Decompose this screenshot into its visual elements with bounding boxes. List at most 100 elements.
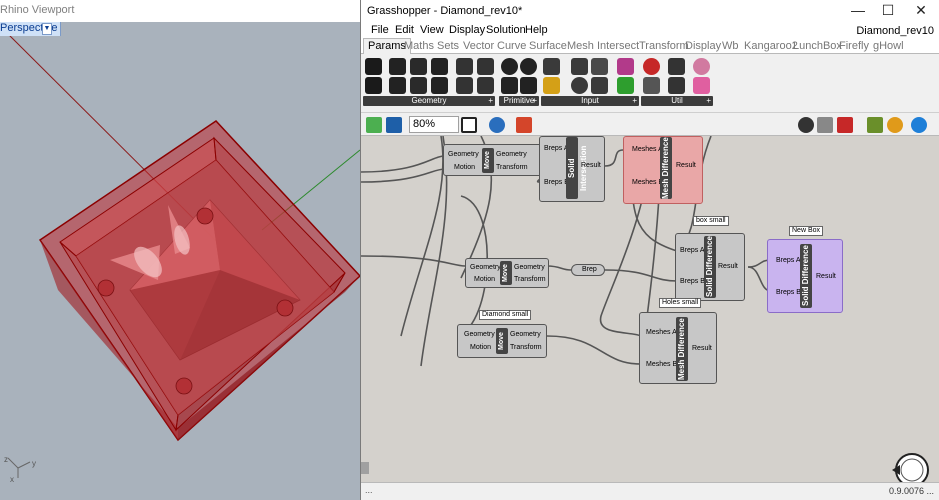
solid-difference-component[interactable]: Breps A Breps B Solid Difference Result: [675, 233, 745, 301]
param-text-icon[interactable]: [520, 77, 537, 94]
output-label: Transform: [514, 276, 546, 283]
input-label: Motion: [454, 164, 476, 171]
save-file-icon[interactable]: [386, 117, 402, 133]
minimize-button[interactable]: —: [843, 2, 873, 20]
canvas[interactable]: Geometry Motion Move Geometry Transform …: [361, 136, 939, 482]
param-curve-icon[interactable]: [389, 77, 406, 94]
ribbon-group-label[interactable]: Geometry +: [363, 96, 495, 106]
tab-curve[interactable]: Curve: [497, 40, 526, 52]
open-file-icon[interactable]: [366, 117, 382, 133]
wire: [400, 136, 444, 337]
tab-sets[interactable]: Sets: [437, 40, 459, 52]
viewport-name[interactable]: Perspective: [0, 22, 62, 36]
tab-wb[interactable]: Wb: [722, 40, 739, 52]
solid-intersection-component[interactable]: Breps A Breps B Solid Intersection Resul…: [539, 136, 605, 202]
rhino-viewport-title: Rhino Viewport: [0, 0, 360, 22]
viewport-menu-arrow-icon[interactable]: ▼: [42, 23, 52, 35]
param-mesh-icon[interactable]: [477, 58, 494, 75]
primitive-group-label: Primitive: [503, 96, 535, 105]
tab-kangaroo2[interactable]: Kangaroo2: [744, 40, 798, 52]
input-toggle-icon[interactable]: [543, 77, 560, 94]
title-bar[interactable]: Grasshopper - Diamond_rev10* — ☐ ✕: [361, 0, 939, 22]
menu-solution[interactable]: Solution: [486, 24, 526, 36]
preview-wireframe-icon[interactable]: [798, 117, 814, 133]
input-gradient-icon[interactable]: [617, 58, 634, 75]
tab-maths[interactable]: Maths: [404, 40, 434, 52]
util-cluster-icon[interactable]: [668, 77, 685, 94]
move-component[interactable]: Geometry Motion Move Geometry Transform: [443, 144, 549, 176]
maximize-button[interactable]: ☐: [873, 2, 903, 20]
tab-mesh[interactable]: Mesh: [567, 40, 594, 52]
zoom-dropdown[interactable]: 80%: [409, 116, 459, 133]
navigation-compass-icon[interactable]: [890, 448, 930, 482]
input-label: Motion: [470, 344, 492, 351]
param-line-icon[interactable]: [365, 77, 382, 94]
util-tree-icon[interactable]: [643, 77, 660, 94]
param-surface-icon[interactable]: [456, 77, 473, 94]
viewport-scene[interactable]: z y x: [0, 0, 360, 500]
util-flask-icon[interactable]: [693, 77, 710, 94]
brep-parameter[interactable]: Brep: [571, 264, 605, 276]
param-point-icon[interactable]: [365, 58, 382, 75]
input-list-icon[interactable]: [591, 77, 608, 94]
param-number-icon[interactable]: [501, 77, 518, 94]
rhino-viewport[interactable]: z y x Rhino Viewport Perspective ▼: [0, 0, 360, 500]
util-cherry-icon[interactable]: [643, 58, 660, 75]
preview-shaded-icon[interactable]: [817, 117, 833, 133]
wire: [604, 149, 624, 167]
menu-edit[interactable]: Edit: [395, 24, 414, 36]
mesh-difference-component[interactable]: Meshes A Meshes B Mesh Difference Result: [639, 312, 717, 384]
tab-surface[interactable]: Surface: [529, 40, 567, 52]
expand-plus-icon[interactable]: +: [488, 96, 493, 106]
component-ribbon: Geometry + Primitive + Input + Util +: [361, 54, 939, 110]
close-button[interactable]: ✕: [906, 2, 936, 20]
param-vector-icon[interactable]: [431, 77, 448, 94]
menu-view[interactable]: View: [420, 24, 444, 36]
menu-display[interactable]: Display: [449, 24, 485, 36]
menu-help[interactable]: Help: [525, 24, 548, 36]
input-slider-icon[interactable]: [571, 58, 588, 75]
param-integer-icon[interactable]: [520, 58, 537, 75]
util-arrow-icon[interactable]: [668, 58, 685, 75]
param-circle-icon[interactable]: [389, 58, 406, 75]
viewport-tab[interactable]: Perspective ▼: [0, 22, 360, 36]
param-plane-icon[interactable]: [410, 77, 427, 94]
mesh-settings-icon[interactable]: [867, 117, 883, 133]
input-graph-icon[interactable]: [591, 58, 608, 75]
expand-plus-icon[interactable]: +: [706, 96, 711, 106]
expand-plus-icon[interactable]: +: [532, 96, 537, 106]
preview-selected-icon[interactable]: [837, 117, 853, 133]
ribbon-group-label[interactable]: Util +: [641, 96, 713, 106]
component-tabs: Params Maths Sets Vector Curve Surface M…: [361, 38, 939, 54]
preview-eye-icon[interactable]: [489, 117, 505, 133]
expand-plus-icon[interactable]: +: [632, 96, 637, 106]
tab-transform[interactable]: Transform: [639, 40, 689, 52]
mesh-difference-component[interactable]: Meshes A Meshes B Mesh Difference Result: [623, 136, 703, 204]
param-arc-icon[interactable]: [410, 58, 427, 75]
ribbon-group-label[interactable]: Input +: [541, 96, 639, 106]
tab-ghowl[interactable]: gHowl: [873, 40, 904, 52]
param-field-icon[interactable]: [477, 77, 494, 94]
menu-file[interactable]: File: [371, 24, 389, 36]
param-brep-icon[interactable]: [456, 58, 473, 75]
param-boolean-icon[interactable]: [501, 58, 518, 75]
sketch-pen-icon[interactable]: [516, 117, 532, 133]
solid-difference-component[interactable]: Breps A Breps B Solid Difference Result: [767, 239, 843, 313]
tab-display[interactable]: Display: [685, 40, 721, 52]
move-component[interactable]: Geometry Motion Move Geometry Transform: [465, 258, 549, 288]
util-color-icon[interactable]: [693, 58, 710, 75]
tab-intersect[interactable]: Intersect: [597, 40, 639, 52]
display-mode-icon[interactable]: [911, 117, 927, 133]
ribbon-group-label[interactable]: Primitive +: [499, 96, 539, 106]
input-swatch-icon[interactable]: [617, 77, 634, 94]
tab-lunchbox[interactable]: LunchBox: [793, 40, 842, 52]
output-label: Transform: [510, 344, 542, 351]
render-sphere-icon[interactable]: [887, 117, 903, 133]
tab-firefly[interactable]: Firefly: [839, 40, 869, 52]
tab-vector[interactable]: Vector: [463, 40, 494, 52]
zoom-extents-icon[interactable]: [461, 117, 477, 133]
input-button-icon[interactable]: [571, 77, 588, 94]
param-box-icon[interactable]: [431, 58, 448, 75]
move-component[interactable]: Geometry Motion Move Geometry Transform: [457, 324, 547, 358]
input-panel-icon[interactable]: [543, 58, 560, 75]
